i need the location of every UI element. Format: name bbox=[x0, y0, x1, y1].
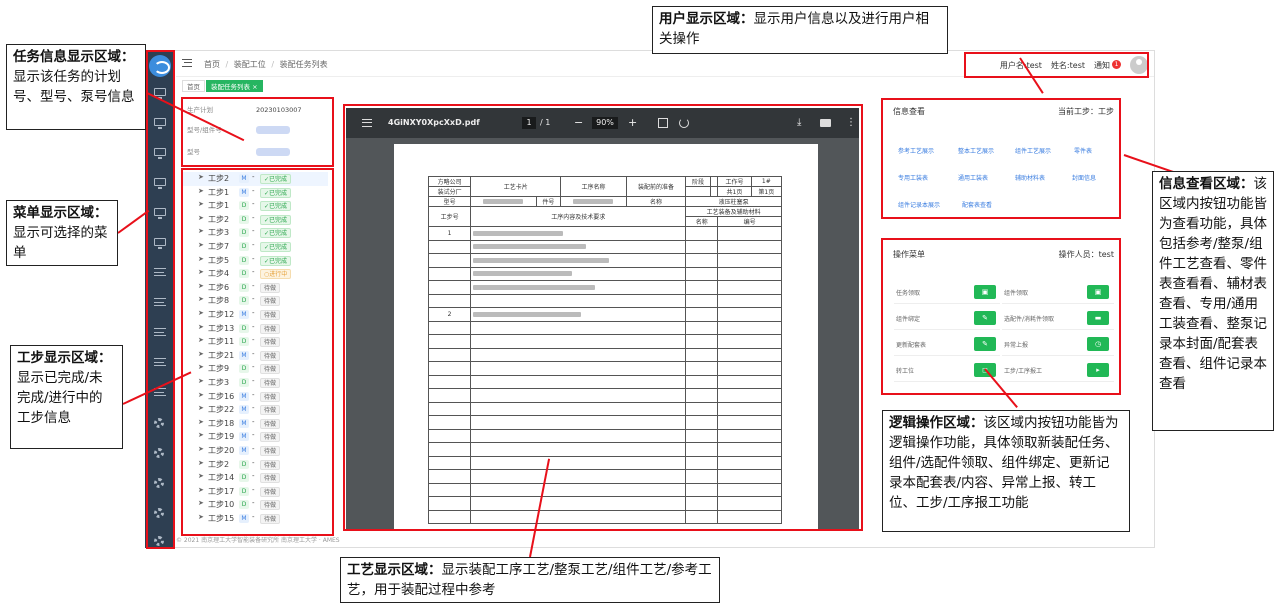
user-area-callout: 用户显示区域：显示用户信息以及进行用户相关操作 bbox=[652, 6, 948, 54]
footer: © 2021 南京理工大学智能装备研究所 南京理工大学 · AMES bbox=[176, 537, 340, 544]
breadcrumb-home[interactable]: 首页 bbox=[204, 60, 220, 69]
breadcrumb-separator: / bbox=[271, 60, 275, 69]
menu-area-callout: 菜单显示区域： 显示可选择的菜单 bbox=[6, 200, 118, 266]
callout-title: 逻辑操作区域： bbox=[889, 415, 984, 431]
callout-title: 用户显示区域： bbox=[659, 11, 754, 27]
info-area-highlight bbox=[881, 98, 1121, 219]
callout-title: 信息查看区域： bbox=[1159, 176, 1254, 192]
craft-area-highlight bbox=[343, 104, 863, 531]
task-area-highlight bbox=[181, 97, 334, 167]
step-area-callout: 工步显示区域： 显示已完成/未完成/进行中的工步信息 bbox=[10, 345, 123, 449]
hamburger-icon[interactable] bbox=[182, 59, 192, 67]
craft-area-callout: 工艺显示区域：显示装配工序工艺/整泵工艺/组件工艺/参考工艺，用于装配过程中参考 bbox=[340, 557, 720, 603]
breadcrumb-station[interactable]: 装配工位 bbox=[234, 60, 266, 69]
logic-area-highlight bbox=[881, 238, 1121, 395]
callout-title: 任务信息显示区域： bbox=[13, 49, 135, 65]
menu-area-highlight bbox=[146, 50, 175, 549]
task-area-callout: 任务信息显示区域： 显示该任务的计划号、型号、泵号信息 bbox=[6, 44, 146, 130]
callout-text: 该区域内按钮功能皆为查看功能，具体包括参考/整泵/组件工艺查看、零件表查看看、辅… bbox=[1159, 176, 1267, 392]
callout-text: 显示可选择的菜单 bbox=[13, 225, 108, 261]
breadcrumb-current: 装配任务列表 bbox=[279, 60, 328, 69]
tab-home[interactable]: 首页 bbox=[182, 80, 205, 92]
user-area-highlight bbox=[964, 52, 1149, 78]
info-area-callout: 信息查看区域：该区域内按钮功能皆为查看功能，具体包括参考/整泵/组件工艺查看、零… bbox=[1152, 171, 1274, 431]
callout-text: 显示已完成/未完成/进行中的工步信息 bbox=[17, 370, 103, 426]
tabs-bar: 首页 装配任务列表 × bbox=[176, 78, 1154, 94]
callout-title: 工步显示区域： bbox=[17, 350, 112, 366]
breadcrumb-separator: / bbox=[225, 60, 229, 69]
step-area-highlight bbox=[181, 168, 334, 536]
logic-area-callout: 逻辑操作区域：该区域内按钮功能皆为逻辑操作功能，具体领取新装配任务、组件/选配件… bbox=[882, 410, 1130, 532]
tab-assembly-tasks[interactable]: 装配任务列表 × bbox=[206, 80, 263, 92]
breadcrumb: 首页 / 装配工位 / 装配任务列表 bbox=[204, 59, 331, 70]
callout-title: 菜单显示区域： bbox=[13, 205, 108, 221]
callout-text: 显示该任务的计划号、型号、泵号信息 bbox=[13, 69, 135, 105]
callout-title: 工艺显示区域： bbox=[347, 562, 442, 578]
